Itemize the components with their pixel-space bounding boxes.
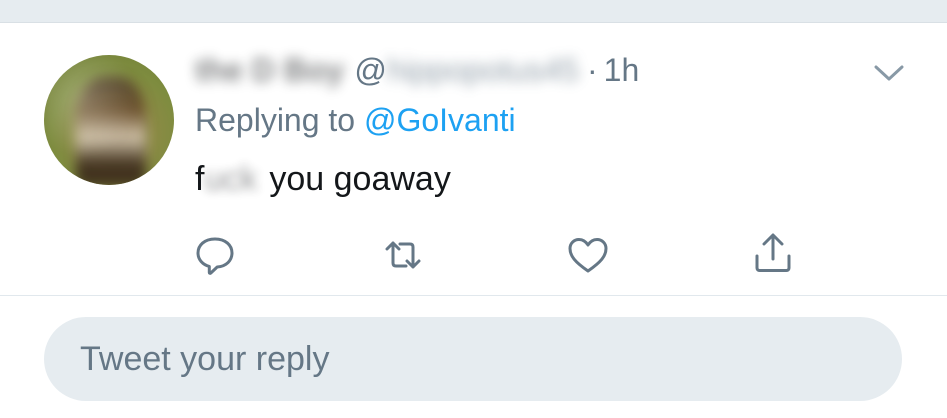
author-display-name[interactable]: the D Boy <box>195 52 344 89</box>
chevron-down-icon[interactable] <box>872 58 906 86</box>
tweet-text-rest: you goaway <box>269 160 451 198</box>
replying-to-label: Replying to <box>195 102 364 138</box>
tweet[interactable]: the D Boy @ hippopotus45 · 1h Replying t… <box>0 0 947 275</box>
tweet-text-censored: uck <box>204 160 258 198</box>
reply-input[interactable] <box>78 338 862 380</box>
author-handle[interactable]: hippopotus45 <box>387 52 579 89</box>
replying-to: Replying to @GoIvanti <box>195 102 516 139</box>
retweet-icon[interactable] <box>380 232 426 278</box>
separator-dot: · <box>587 51 598 88</box>
tweet-header: the D Boy @ hippopotus45 · 1h <box>195 50 639 90</box>
tweet-text: f uck you goaway <box>195 160 451 199</box>
reply-composer[interactable] <box>44 317 902 401</box>
heart-icon[interactable] <box>565 232 611 278</box>
tweet-timestamp[interactable]: 1h <box>604 52 640 89</box>
divider <box>0 295 947 296</box>
replying-to-mention[interactable]: @GoIvanti <box>364 102 516 138</box>
tweet-text-first-char: f <box>195 160 205 198</box>
share-icon[interactable] <box>750 230 796 276</box>
avatar[interactable] <box>44 55 174 185</box>
author-handle-at[interactable]: @ <box>354 52 386 89</box>
reply-icon[interactable] <box>192 232 238 278</box>
